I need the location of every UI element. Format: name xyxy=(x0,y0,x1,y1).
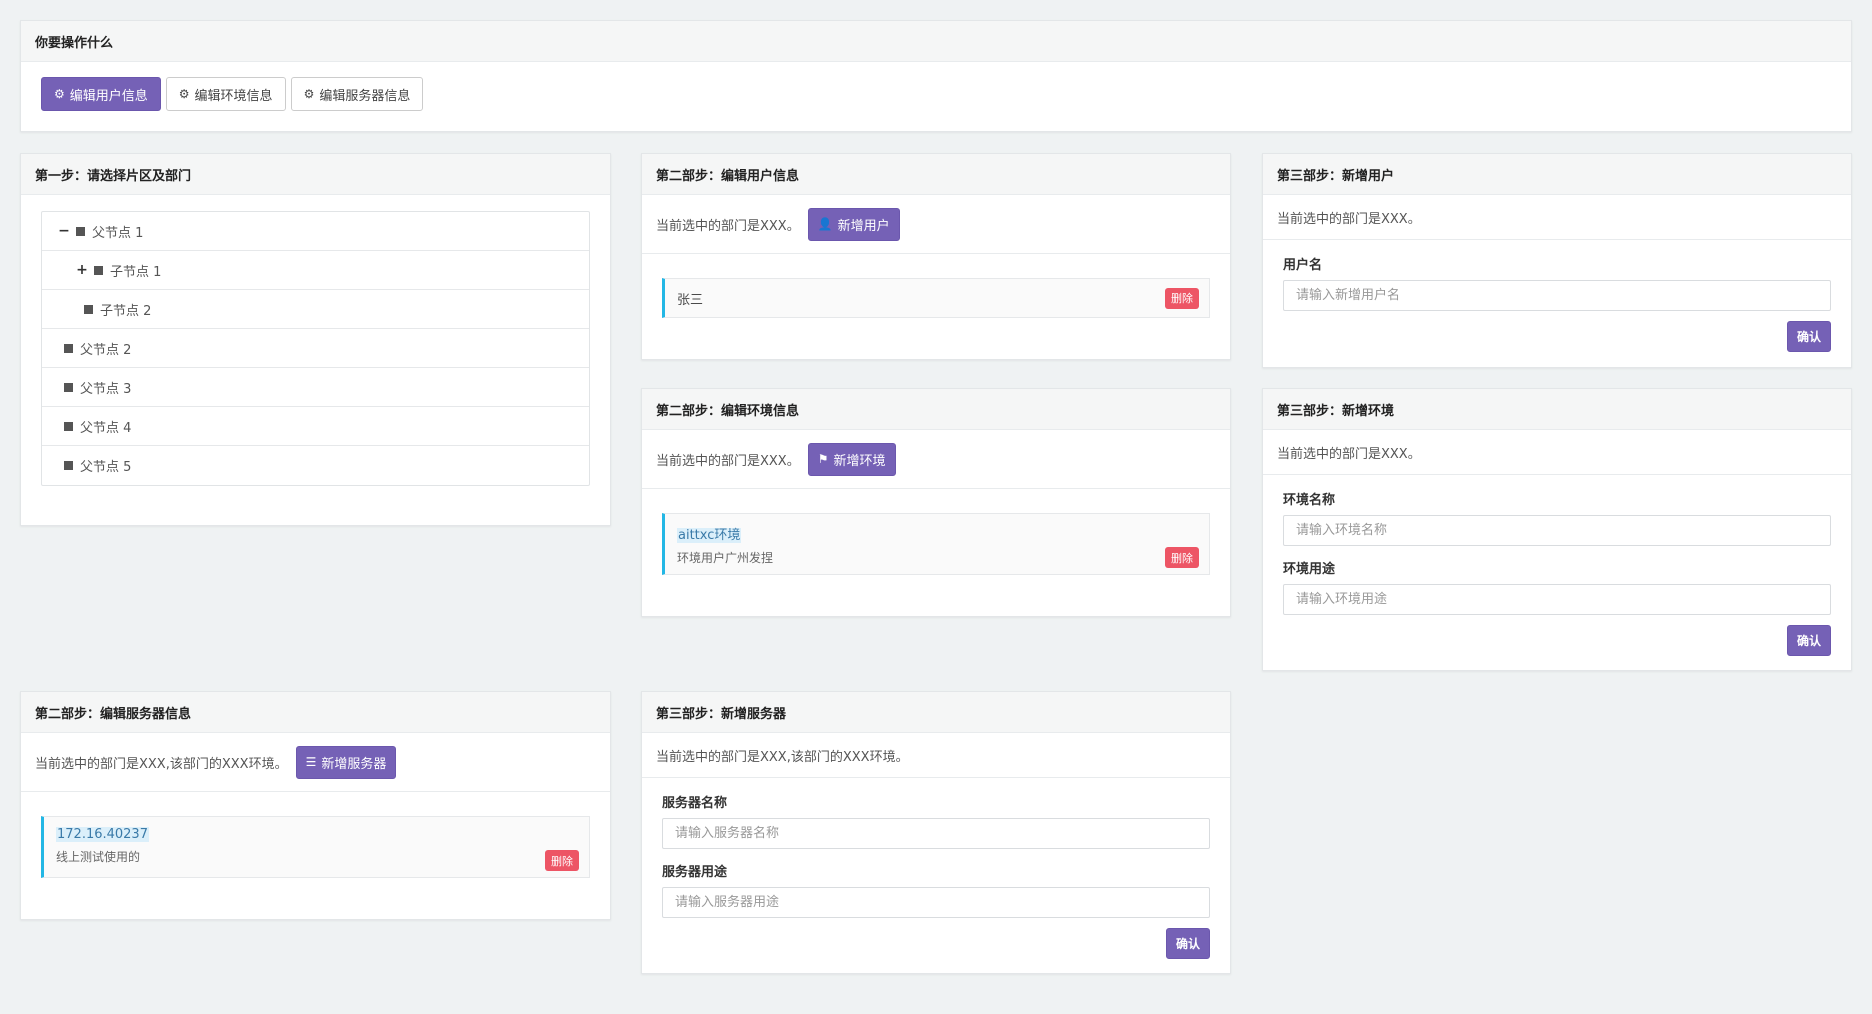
tree-node-parent-3[interactable]: 父节点 3 xyxy=(42,368,589,407)
edit-server-info-button[interactable]: ⚙ 编辑服务器信息 xyxy=(290,77,424,111)
gears-icon: ⚙ xyxy=(54,87,65,101)
node-icon xyxy=(64,382,73,392)
tree-node-label: 父节点 1 xyxy=(92,225,144,241)
tree-node-label: 子节点 2 xyxy=(100,303,152,319)
env-list-item[interactable]: aittxc环境 环境用户广州发捏 删除 xyxy=(662,513,1210,575)
confirm-add-env-button[interactable]: 确认 xyxy=(1786,625,1831,656)
delete-env-button[interactable]: 删除 xyxy=(1165,547,1199,568)
confirm-add-server-button[interactable]: 确认 xyxy=(1165,928,1210,959)
gears-icon: ⚙ xyxy=(178,87,190,101)
user-list-item[interactable]: 张三 删除 xyxy=(662,278,1210,318)
add-server-button[interactable]: ☰ 新增服务器 xyxy=(295,745,397,779)
panel-title: 第一步：请选择片区及部门 xyxy=(21,154,610,195)
tree-node-parent-2[interactable]: 父节点 2 xyxy=(42,329,589,368)
sitemap-icon: ⚑ xyxy=(817,452,829,466)
current-selection-row: 当前选中的部门是XXX,该部门的XXX环境。 xyxy=(642,733,1230,778)
button-label: 新增用户 xyxy=(837,218,890,234)
server-description: 线上测试使用的 xyxy=(56,850,141,864)
panel-title: 你要操作什么 xyxy=(21,21,1851,62)
tree-node-label: 父节点 4 xyxy=(80,420,132,436)
env-purpose-label: 环境用途 xyxy=(1283,562,1336,577)
button-label: 编辑用户信息 xyxy=(69,88,148,104)
tree-node-label: 父节点 5 xyxy=(80,460,132,475)
expand-icon[interactable]: + xyxy=(76,262,88,278)
button-label: 编辑服务器信息 xyxy=(319,88,411,104)
current-selection-row: 当前选中的部门是XXX,该部门的XXX环境。 ☰ 新增服务器 xyxy=(21,733,610,792)
env-description: 环境用户广州发捏 xyxy=(677,551,774,565)
env-name-label: 环境名称 xyxy=(1283,493,1336,508)
collapse-icon[interactable]: − xyxy=(58,223,70,239)
confirm-add-user-button[interactable]: 确认 xyxy=(1786,321,1831,352)
user-icon: 👤 xyxy=(817,217,833,231)
panel-title: 第三部步：新增服务器 xyxy=(642,692,1230,733)
panel-title: 第三部步：新增用户 xyxy=(1263,154,1851,195)
panel-title: 第二部步：编辑服务器信息 xyxy=(21,692,610,733)
add-env-button[interactable]: ⚑ 新增环境 xyxy=(807,442,896,476)
add-server-panel: 第三部步：新增服务器 当前选中的部门是XXX,该部门的XXX环境。 服务器名称 … xyxy=(641,691,1231,974)
edit-user-info-button[interactable]: ⚙ 编辑用户信息 xyxy=(41,77,161,111)
tree-node-parent-1[interactable]: − 父节点 1 xyxy=(42,212,589,251)
panel-title: 第二部步：编辑环境信息 xyxy=(642,389,1230,430)
tree-node-child-1[interactable]: + 子节点 1 xyxy=(42,251,589,290)
tree-node-label: 子节点 1 xyxy=(110,264,162,280)
server-purpose-input[interactable] xyxy=(662,887,1210,918)
env-purpose-input[interactable] xyxy=(1283,584,1831,615)
env-name: aittxc环境 xyxy=(677,528,742,543)
add-env-panel: 第三部步：新增环境 当前选中的部门是XXX。 环境名称 环境用途 确认 xyxy=(1262,388,1852,671)
tree-node-parent-4[interactable]: 父节点 4 xyxy=(42,407,589,446)
department-tree: − 父节点 1 + 子节点 1 子节点 2 父节点 2 父节点 3 父节点 4 … xyxy=(41,211,590,486)
current-department-text: 当前选中的部门是XXX。 xyxy=(1277,446,1421,462)
server-name-label: 服务器名称 xyxy=(662,796,728,811)
username-label: 用户名 xyxy=(1283,258,1323,273)
add-user-button[interactable]: 👤 新增用户 xyxy=(807,207,900,241)
edit-env-info-button[interactable]: ⚙ 编辑环境信息 xyxy=(165,77,286,111)
current-selection-row: 当前选中的部门是XXX。 xyxy=(1263,430,1851,475)
current-department-text: 当前选中的部门是XXX。 xyxy=(656,218,800,234)
node-icon xyxy=(76,226,85,236)
button-label: 编辑环境信息 xyxy=(194,88,273,104)
delete-user-button[interactable]: 删除 xyxy=(1165,287,1199,309)
env-title-wrap: aittxc环境 xyxy=(677,524,1197,543)
current-selection-row: 当前选中的部门是XXX。 ⚑ 新增环境 xyxy=(642,430,1230,489)
server-purpose-label: 服务器用途 xyxy=(662,865,728,880)
username-input[interactable] xyxy=(1283,280,1831,311)
current-department-text: 当前选中的部门是XXX,该部门的XXX环境。 xyxy=(656,749,909,765)
edit-env-panel: 第二部步：编辑环境信息 当前选中的部门是XXX。 ⚑ 新增环境 aittxc环境… xyxy=(641,388,1231,617)
panel-title: 第二部步：编辑用户信息 xyxy=(642,154,1230,195)
env-name-input[interactable] xyxy=(1283,515,1831,546)
server-name-input[interactable] xyxy=(662,818,1210,849)
node-icon xyxy=(84,304,93,314)
button-label: 新增服务器 xyxy=(321,756,387,772)
tree-node-label: 父节点 3 xyxy=(80,381,132,397)
node-icon xyxy=(64,343,73,353)
node-icon xyxy=(94,265,103,275)
edit-server-panel: 第二部步：编辑服务器信息 当前选中的部门是XXX,该部门的XXX环境。 ☰ 新增… xyxy=(20,691,611,920)
tree-node-child-2[interactable]: 子节点 2 xyxy=(42,290,589,329)
current-selection-row: 当前选中的部门是XXX。 👤 新增用户 xyxy=(642,195,1230,254)
button-label: 新增环境 xyxy=(833,453,886,469)
server-ip: 172.16.40237 xyxy=(56,827,149,842)
gears-icon: ⚙ xyxy=(303,87,315,101)
current-department-text: 当前选中的部门是XXX。 xyxy=(656,453,800,469)
user-name: 张三 xyxy=(677,292,704,308)
server-icon: ☰ xyxy=(305,755,317,769)
tree-node-label: 父节点 2 xyxy=(80,342,132,358)
current-department-text: 当前选中的部门是XXX,该部门的XXX环境。 xyxy=(35,756,288,772)
panel-title: 第三部步：新增环境 xyxy=(1263,389,1851,430)
node-icon xyxy=(64,461,73,470)
action-select-panel: 你要操作什么 ⚙ 编辑用户信息 ⚙ 编辑环境信息 ⚙ 编辑服务器信息 xyxy=(20,20,1852,132)
add-user-panel: 第三部步：新增用户 当前选中的部门是XXX。 用户名 确认 xyxy=(1262,153,1852,368)
department-tree-panel: 第一步：请选择片区及部门 − 父节点 1 + 子节点 1 子节点 2 父节点 2 xyxy=(20,153,611,526)
node-icon xyxy=(64,421,73,431)
server-list-item[interactable]: 172.16.40237 线上测试使用的 删除 xyxy=(41,816,590,878)
edit-user-panel: 第二部步：编辑用户信息 当前选中的部门是XXX。 👤 新增用户 张三 删除 xyxy=(641,153,1231,360)
server-title-wrap: 172.16.40237 xyxy=(56,827,577,842)
delete-server-button[interactable]: 删除 xyxy=(545,850,579,871)
current-selection-row: 当前选中的部门是XXX。 xyxy=(1263,195,1851,240)
tree-node-parent-5[interactable]: 父节点 5 xyxy=(42,446,589,485)
current-department-text: 当前选中的部门是XXX。 xyxy=(1277,211,1421,227)
